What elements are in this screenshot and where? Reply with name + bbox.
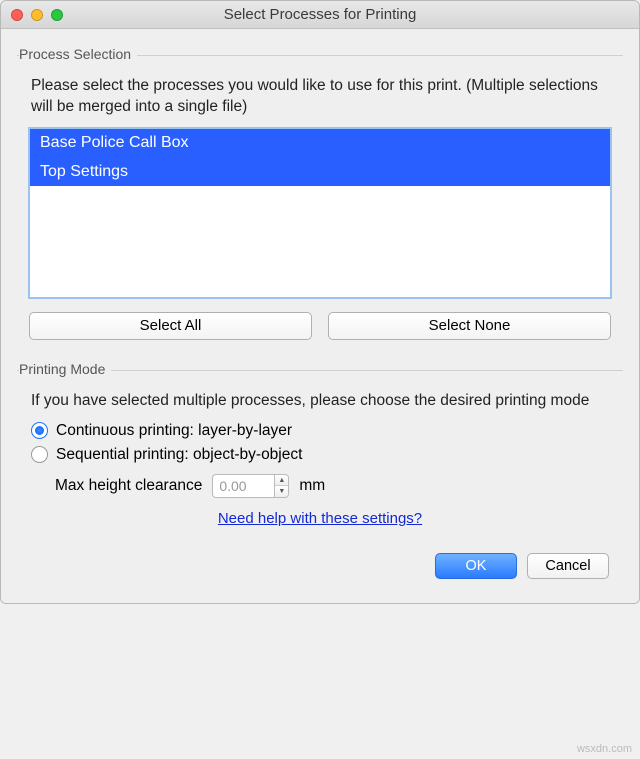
select-all-button[interactable]: Select All — [29, 312, 312, 340]
help-link[interactable]: Need help with these settings? — [218, 510, 422, 527]
titlebar: Select Processes for Printing — [1, 1, 639, 29]
printing-mode-group: Printing Mode If you have selected multi… — [17, 370, 623, 539]
radio-icon[interactable] — [31, 446, 48, 463]
clearance-unit: mm — [299, 477, 325, 495]
process-selection-group: Process Selection Please select the proc… — [17, 55, 623, 352]
help-link-row: Need help with these settings? — [29, 510, 611, 527]
process-listbox[interactable]: Base Police Call Box Top Settings — [29, 128, 611, 298]
dialog-footer: OK Cancel — [17, 539, 623, 589]
radio-icon[interactable] — [31, 422, 48, 439]
printing-mode-label: Printing Mode — [19, 361, 111, 377]
process-selection-label: Process Selection — [19, 46, 137, 62]
list-item[interactable]: Top Settings — [30, 158, 610, 187]
clearance-row: Max height clearance ▲ ▼ mm — [55, 474, 609, 498]
clearance-stepper: ▲ ▼ — [274, 474, 289, 498]
clearance-input[interactable] — [212, 474, 274, 498]
radio-label: Sequential printing: object-by-object — [56, 446, 302, 464]
cancel-button[interactable]: Cancel — [527, 553, 609, 579]
stepper-up-icon[interactable]: ▲ — [275, 475, 288, 487]
clearance-label: Max height clearance — [55, 477, 202, 495]
dialog-content: Process Selection Please select the proc… — [1, 29, 639, 603]
dialog-window: Select Processes for Printing Process Se… — [0, 0, 640, 604]
watermark: wsxdn.com — [577, 743, 632, 755]
radio-label: Continuous printing: layer-by-layer — [56, 422, 292, 440]
select-none-button[interactable]: Select None — [328, 312, 611, 340]
printing-mode-instruction: If you have selected multiple processes,… — [31, 391, 609, 412]
clearance-input-wrap: ▲ ▼ — [212, 474, 289, 498]
window-title: Select Processes for Printing — [1, 6, 639, 23]
selection-button-row: Select All Select None — [29, 312, 611, 340]
process-selection-instruction: Please select the processes you would li… — [31, 76, 609, 118]
stepper-down-icon[interactable]: ▼ — [275, 486, 288, 497]
radio-sequential[interactable]: Sequential printing: object-by-object — [31, 446, 609, 464]
radio-continuous[interactable]: Continuous printing: layer-by-layer — [31, 422, 609, 440]
list-item[interactable]: Base Police Call Box — [30, 129, 610, 158]
ok-button[interactable]: OK — [435, 553, 517, 579]
